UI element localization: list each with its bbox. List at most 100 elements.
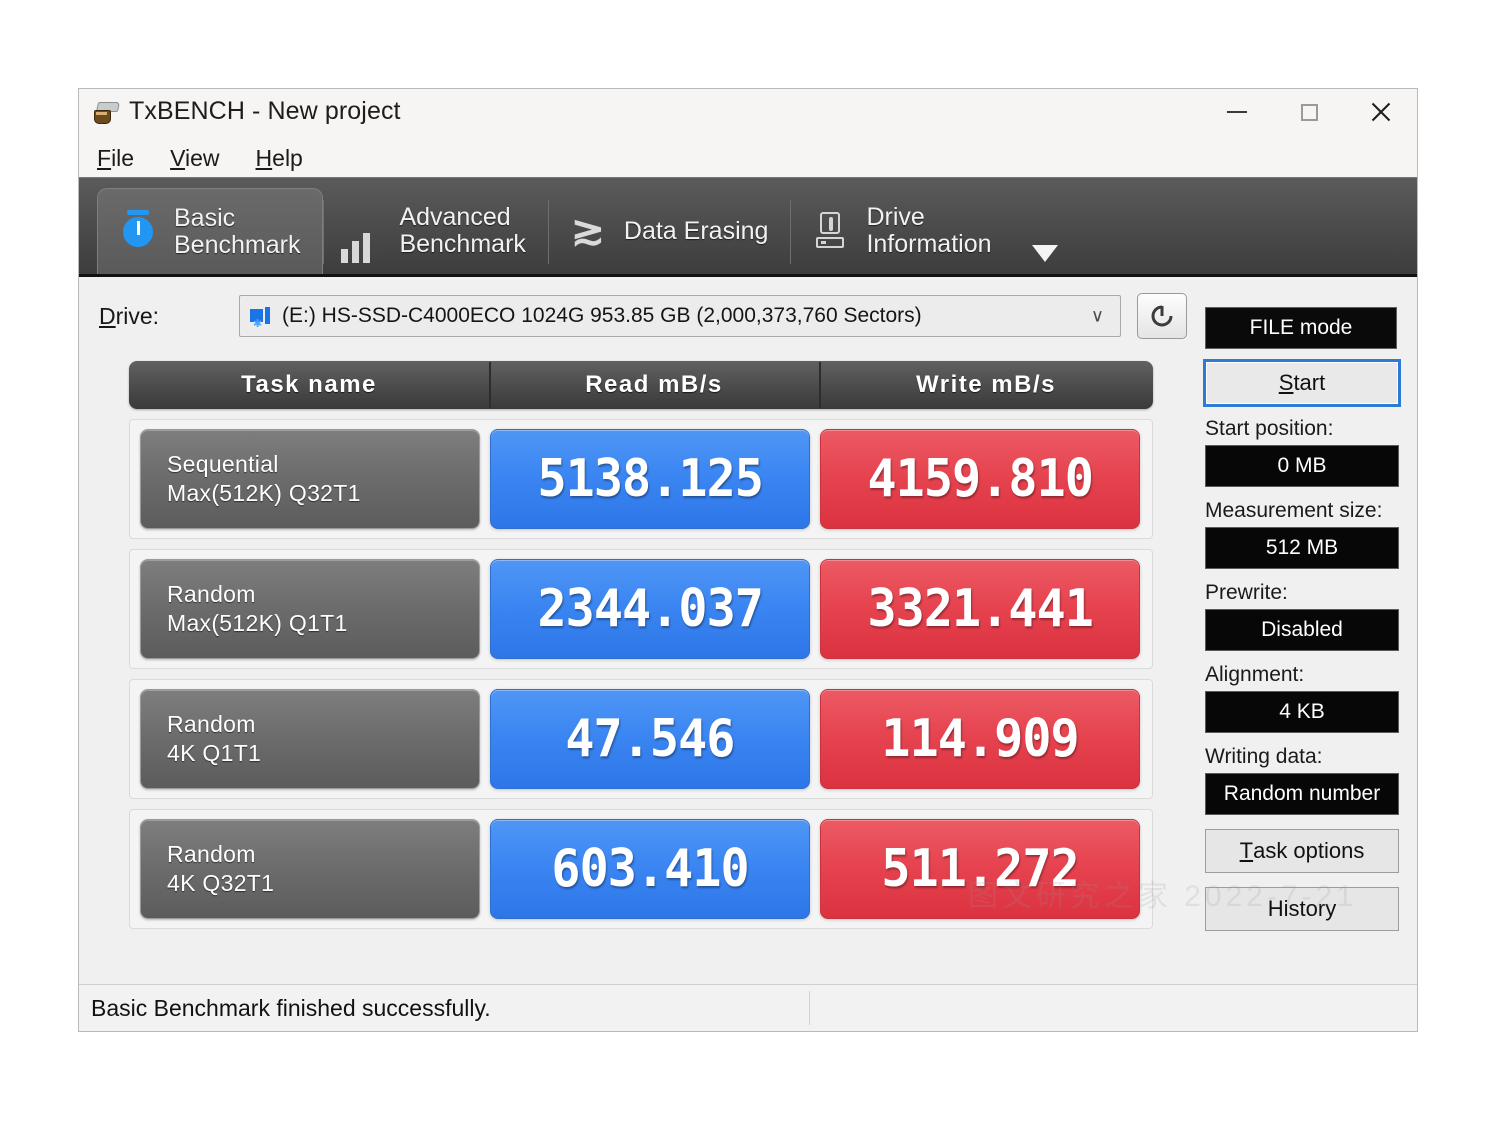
toolbar: Basic Benchmark Advanced Benchmark ≳ Dat… [79, 177, 1417, 277]
table-row: Random 4K Q1T1 47.546 114.909 [129, 679, 1153, 799]
write-value: 3321.441 [867, 579, 1093, 639]
menu-file-mnemonic: F [97, 144, 112, 171]
write-value-tile: 114.909 [820, 689, 1140, 789]
bar-chart-icon [341, 199, 385, 263]
read-value-tile: 5138.125 [490, 429, 810, 529]
read-value-tile: 47.546 [490, 689, 810, 789]
menu-view-label: iew [185, 144, 220, 171]
minimize-button[interactable] [1201, 89, 1273, 135]
task-tile[interactable]: Random 4K Q1T1 [140, 689, 480, 789]
chevron-down-icon: ∨ [1090, 305, 1104, 326]
close-button[interactable] [1345, 89, 1417, 135]
write-value-tile: 511.272 [820, 819, 1140, 919]
task-tile[interactable]: Random Max(512K) Q1T1 [140, 559, 480, 659]
alignment-label: Alignment: [1205, 663, 1305, 686]
status-divider [809, 991, 810, 1025]
file-mode-button[interactable]: FILE mode [1205, 307, 1397, 349]
drive-label-rest: rive: [115, 302, 160, 329]
menu-view-mnemonic: V [170, 144, 186, 171]
stopwatch-icon [116, 207, 160, 257]
writing-data-value[interactable]: Random number [1205, 773, 1399, 815]
task-options-mnemonic: T [1239, 838, 1254, 863]
tab-drive-information-label: Drive Information [866, 203, 992, 258]
screenshot-root: TxBENCH - New project File View Help Bas… [0, 0, 1500, 1125]
status-bar: Basic Benchmark finished successfully. [79, 984, 1417, 1031]
task-name-line1: Random [167, 581, 256, 607]
task-options-button[interactable]: Task options [1205, 829, 1399, 873]
read-value-tile: 603.410 [490, 819, 810, 919]
results-panel: Task name Read mB/s Write mB/s Sequentia… [129, 361, 1153, 929]
task-name-line2: 4K Q1T1 [167, 740, 262, 766]
drive-icon [808, 206, 852, 256]
start-button[interactable]: Start [1203, 359, 1401, 407]
read-value: 2344.037 [537, 579, 763, 639]
read-value: 603.410 [551, 839, 749, 899]
drive-select[interactable]: ✱ (E:) HS-SSD-C4000ECO 1024G 953.85 GB (… [239, 295, 1121, 337]
tab-basic-benchmark-label: Basic Benchmark [174, 203, 301, 259]
task-name-line2: 4K Q32T1 [167, 870, 275, 896]
options-panel: Start Start position: 0 MB Measurement s… [1203, 359, 1401, 931]
write-value-tile: 3321.441 [820, 559, 1140, 659]
menu-bar: File View Help [79, 139, 1417, 177]
main-content: Drive: ✱ (E:) HS-SSD-C4000ECO 1024G 953.… [79, 277, 1417, 987]
prewrite-label: Prewrite: [1205, 581, 1288, 604]
app-icon [93, 100, 121, 124]
tab-data-erasing[interactable]: ≳ Data Erasing [547, 188, 791, 274]
column-header-read: Read mB/s [489, 362, 819, 408]
drive-label: Drive: [99, 303, 239, 330]
menu-view[interactable]: View [166, 143, 223, 174]
drive-row: Drive: ✱ (E:) HS-SSD-C4000ECO 1024G 953.… [79, 291, 1417, 349]
zigzag-icon: ≳ [571, 209, 605, 253]
task-name-line2: Max(512K) Q1T1 [167, 610, 348, 636]
maximize-icon [1300, 103, 1318, 121]
start-position-value[interactable]: 0 MB [1205, 445, 1399, 487]
start-position-label: Start position: [1205, 417, 1334, 440]
alignment-value[interactable]: 4 KB [1205, 691, 1399, 733]
write-value-tile: 4159.810 [820, 429, 1140, 529]
prewrite-value[interactable]: Disabled [1205, 609, 1399, 651]
chevron-down-icon[interactable] [1031, 245, 1058, 262]
menu-file[interactable]: File [93, 143, 138, 174]
read-value-tile: 2344.037 [490, 559, 810, 659]
task-name-line1: Random [167, 841, 256, 867]
history-button[interactable]: History [1205, 887, 1399, 931]
task-name-line1: Random [167, 711, 256, 737]
write-value: 511.272 [881, 839, 1079, 899]
column-header-task-name: Task name [241, 371, 377, 398]
tab-basic-benchmark[interactable]: Basic Benchmark [97, 188, 324, 274]
title-bar: TxBENCH - New project [79, 89, 1417, 139]
table-row: Random 4K Q32T1 603.410 511.272 [129, 809, 1153, 929]
drive-selected-value: (E:) HS-SSD-C4000ECO 1024G 953.85 GB (2,… [282, 304, 922, 327]
refresh-button[interactable] [1137, 293, 1187, 339]
task-name-line1: Sequential [167, 451, 279, 477]
measurement-size-value[interactable]: 512 MB [1205, 527, 1399, 569]
close-icon [1369, 100, 1393, 124]
column-header-write: Write mB/s [819, 362, 1153, 408]
task-tile[interactable]: Sequential Max(512K) Q32T1 [140, 429, 480, 529]
menu-help-label: elp [272, 144, 303, 171]
read-value: 47.546 [565, 709, 735, 769]
window-title: TxBENCH - New project [129, 97, 401, 125]
tab-drive-information[interactable]: Drive Information [790, 188, 1013, 274]
refresh-icon [1151, 305, 1173, 327]
writing-data-label: Writing data: [1205, 745, 1323, 768]
write-value: 4159.810 [867, 449, 1093, 509]
start-button-label: tart [1293, 370, 1326, 395]
task-tile[interactable]: Random 4K Q32T1 [140, 819, 480, 919]
tab-advanced-benchmark-label: Advanced Benchmark [399, 203, 526, 258]
drive-chip-icon: ✱ [248, 305, 274, 330]
drive-label-mnemonic: D [99, 302, 116, 329]
title-left-group: TxBENCH - New project [93, 97, 401, 126]
tab-advanced-benchmark[interactable]: Advanced Benchmark [323, 188, 547, 274]
maximize-button[interactable] [1273, 89, 1345, 135]
menu-file-label: ile [111, 144, 135, 171]
write-value: 114.909 [881, 709, 1079, 769]
window-controls [1201, 89, 1417, 135]
read-value: 5138.125 [537, 449, 763, 509]
txbench-window: TxBENCH - New project File View Help Bas… [78, 88, 1418, 1032]
task-options-label: ask options [1253, 838, 1365, 863]
start-button-mnemonic: S [1278, 370, 1294, 395]
measurement-size-label: Measurement size: [1205, 499, 1383, 522]
menu-help[interactable]: Help [252, 143, 307, 174]
status-message: Basic Benchmark finished successfully. [91, 994, 491, 1021]
